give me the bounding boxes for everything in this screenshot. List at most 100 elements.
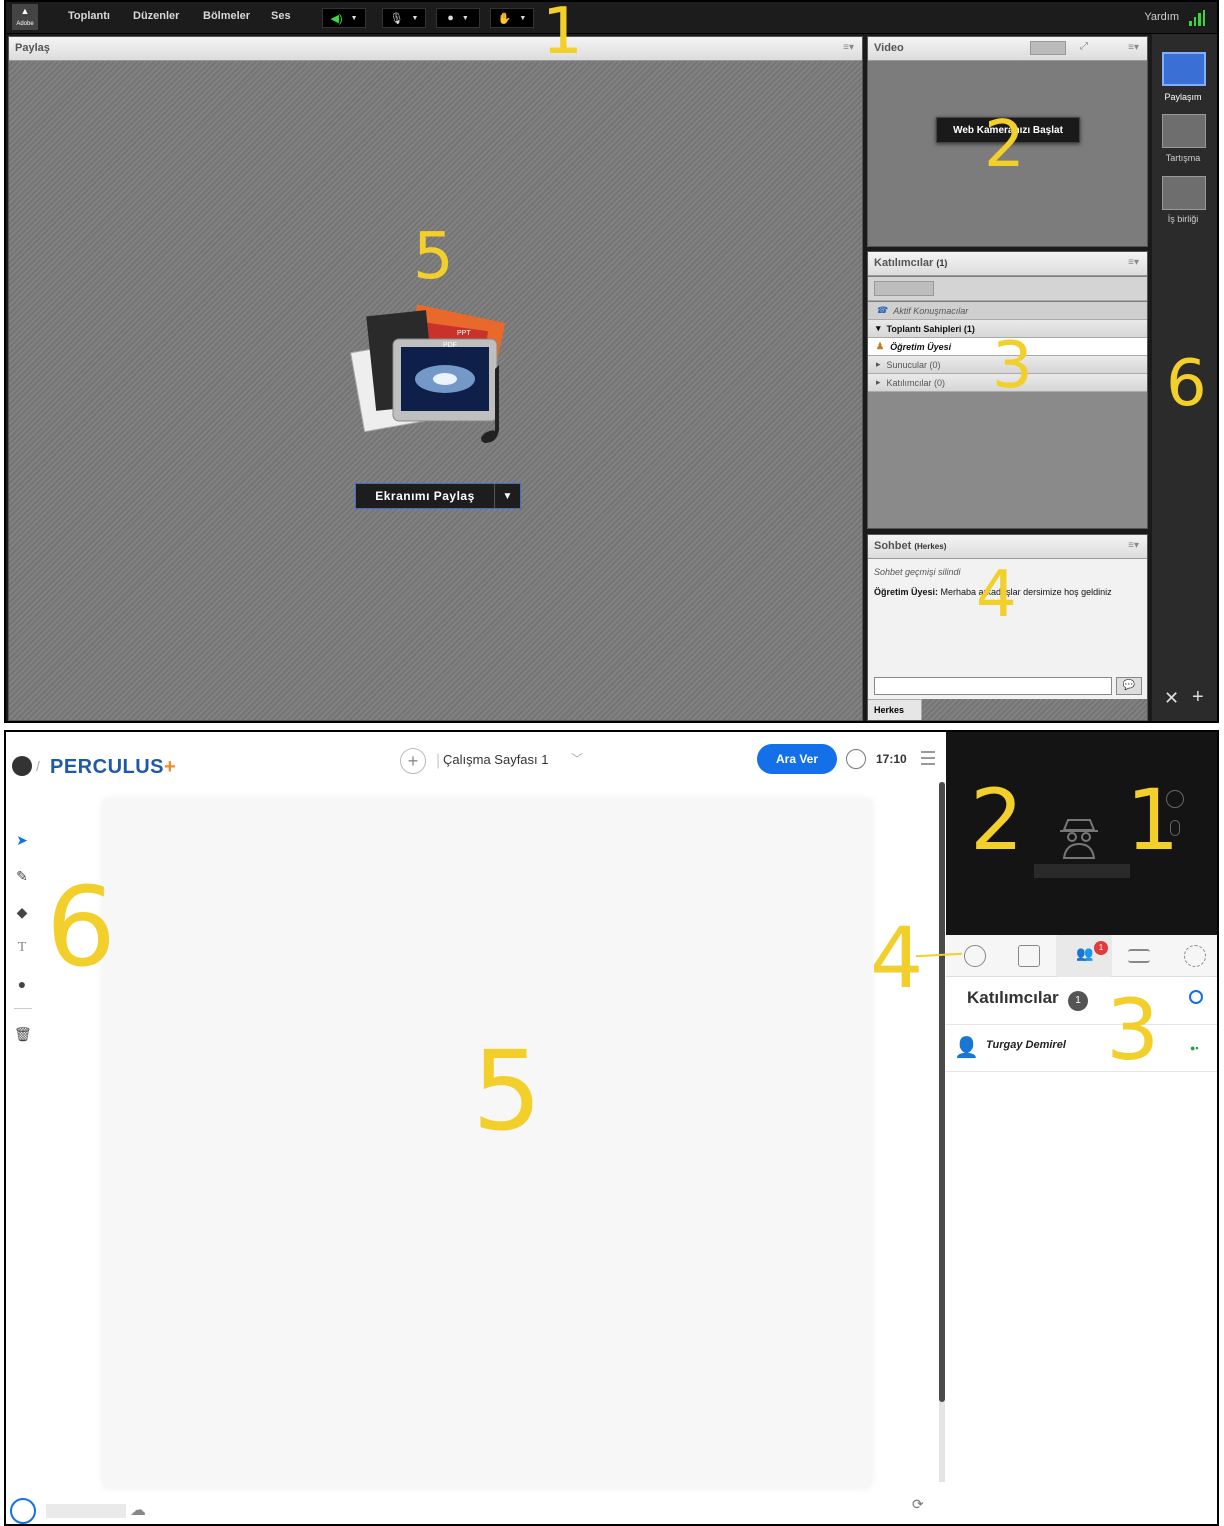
host-icon: ♟: [876, 341, 885, 351]
share-pod: Paylaş ≡▾ PPT PDF Ekranımı Paylaş ▼ 5: [8, 36, 863, 721]
pod-menu-icon[interactable]: ≡▾: [1128, 257, 1139, 268]
share-pod-header: Paylaş ≡▾: [9, 37, 862, 61]
adobe-connect-window: ▲ Adobe Toplantı Düzenler Bölmeler Ses ◀)…: [4, 0, 1219, 723]
user-icon: 👤: [954, 1037, 979, 1059]
share-pod-title: Paylaş: [15, 42, 50, 54]
view-toggle-icon[interactable]: [1030, 41, 1066, 55]
chat-input[interactable]: [874, 677, 1112, 695]
chevron-down-icon[interactable]: ▼: [494, 484, 520, 508]
pointer-icon[interactable]: ➤: [14, 832, 30, 848]
break-button[interactable]: Ara Ver: [757, 744, 837, 774]
add-layout-icon[interactable]: +: [1192, 686, 1204, 709]
chat-icon[interactable]: [964, 945, 986, 967]
perculus-window: / PERCULUS+ + | Çalışma Sayfası 1 ﹀ Ara …: [4, 730, 1219, 1526]
raise-hand-control[interactable]: ✋ ▼: [490, 8, 534, 28]
fullscreen-icon[interactable]: ⤢: [1080, 41, 1088, 52]
menu-duzenler[interactable]: Düzenler: [133, 10, 179, 22]
color-icon[interactable]: ●: [14, 976, 30, 992]
group-presenters-label: Sunucular (0): [886, 359, 941, 370]
avatar[interactable]: [10, 1498, 36, 1524]
video-pod: Video ⤢ ≡▾ Web Kameranızı Başlat 2: [867, 36, 1148, 247]
host-name: Öğretim Üyesi: [890, 341, 952, 352]
video-pod-title: Video: [874, 42, 904, 54]
participants-icon[interactable]: 👥: [1074, 945, 1096, 967]
chat-tab-strip: [922, 699, 1147, 720]
chat-pod: Sohbet (Herkes) ≡▾ Sohbet geçmişi silind…: [867, 534, 1148, 721]
send-button[interactable]: 💬: [1116, 677, 1142, 695]
active-speakers-label: Aktif Konuşmacılar: [893, 305, 969, 316]
session-time: 17:10: [876, 752, 907, 766]
delete-icon[interactable]: 🗑: [14, 1026, 32, 1042]
text-icon[interactable]: T: [14, 940, 30, 956]
eraser-icon[interactable]: ◆: [14, 904, 30, 920]
search-icon[interactable]: [1189, 990, 1203, 1004]
attendees-count: (1): [936, 258, 948, 268]
upload-icon[interactable]: ☁: [130, 1500, 146, 1520]
webcam-control[interactable]: ● ▼: [436, 8, 480, 28]
chat-sender: Öğretim Üyesi:: [874, 587, 939, 597]
scrollbar[interactable]: [939, 782, 945, 1482]
list-item[interactable]: ♟ Öğretim Üyesi: [868, 338, 1147, 356]
menu-icon[interactable]: [921, 747, 935, 769]
anonymous-user-icon: [1060, 819, 1098, 859]
group-participants[interactable]: ▸ Katılımcılar (0): [868, 374, 1147, 392]
share-icon[interactable]: ⟳: [912, 1496, 924, 1513]
chat-title: Sohbet: [874, 540, 912, 552]
chevron-right-icon: ▸: [876, 359, 881, 369]
list-icon[interactable]: [1128, 949, 1150, 963]
adobe-menu-bar: ▲ Adobe Toplantı Düzenler Bölmeler Ses ◀)…: [6, 2, 1217, 34]
chat-text: Merhaba arkadaşlar dersimize hoş geldini…: [938, 587, 1112, 597]
layout-paylasim-label: Paylaşım: [1164, 92, 1202, 102]
group-hosts[interactable]: ▾ Toplantı Sahipleri (1): [868, 320, 1147, 338]
layout-tartisma-button[interactable]: [1162, 114, 1206, 148]
chat-scope: (Herkes): [914, 542, 947, 551]
chat-recipient-tab[interactable]: Herkes: [868, 699, 922, 720]
perculus-logo-icon: [12, 756, 32, 776]
pod-menu-icon[interactable]: ≡▾: [1128, 42, 1139, 53]
whiteboard-canvas[interactable]: [102, 798, 872, 1488]
chevron-down-icon[interactable]: ﹀: [571, 750, 583, 767]
attendees-toolbar: [868, 277, 1147, 301]
layout-paylasim-button[interactable]: [1162, 52, 1206, 86]
settings-icon[interactable]: ✕: [1164, 688, 1179, 709]
add-page-button[interactable]: +: [400, 748, 426, 774]
share-screen-button[interactable]: Ekranımı Paylaş ▼: [355, 483, 521, 509]
attendees-title: Katılımcılar: [874, 257, 934, 269]
attendees-pod-header: Katılımcılar (1) ≡▾: [868, 252, 1147, 276]
gear-icon[interactable]: [1184, 945, 1206, 967]
group-presenters[interactable]: ▸ Sunucular (0): [868, 356, 1147, 374]
webcam-icon[interactable]: [1166, 790, 1184, 808]
menu-ses[interactable]: Ses: [271, 10, 291, 22]
folder-icon[interactable]: [1018, 945, 1040, 967]
help-menu[interactable]: Yardım: [1144, 11, 1179, 23]
group-hosts-label: Toplantı Sahipleri (1): [886, 323, 975, 334]
menu-bolmeler[interactable]: Bölmeler: [203, 10, 250, 22]
callout-6: 6: [1166, 347, 1207, 421]
pod-menu-icon[interactable]: ≡▾: [1128, 540, 1139, 551]
brand-name: PERCULUS: [50, 756, 165, 778]
tool-divider: [14, 1008, 32, 1009]
chat-pod-header: Sohbet (Herkes) ≡▾: [868, 535, 1147, 559]
layout-isbirligi-button[interactable]: [1162, 176, 1206, 210]
active-speakers-row: ☎ Aktif Konuşmacılar: [868, 302, 1147, 320]
microphone-icon[interactable]: [1170, 820, 1180, 836]
start-webcam-button[interactable]: Web Kameranızı Başlat: [936, 117, 1080, 143]
status-icon: ●▪: [1190, 1043, 1199, 1053]
microphone-control[interactable]: 🎙 ▼: [382, 8, 426, 28]
speaker-control[interactable]: ◀) ▼: [322, 8, 366, 28]
pod-menu-icon[interactable]: ≡▾: [843, 42, 854, 53]
chat-pod-title: Sohbet (Herkes): [874, 540, 946, 552]
pencil-icon[interactable]: ✎: [14, 868, 30, 884]
webcam-icon: ●: [447, 12, 454, 24]
phone-icon: ☎: [876, 305, 888, 315]
chevron-right-icon: ▸: [876, 377, 881, 387]
pdf-label: PDF: [443, 342, 457, 349]
chat-message: Öğretim Üyesi: Merhaba arkadaşlar dersim…: [874, 587, 1112, 597]
camera-user-name: [1034, 864, 1130, 878]
view-options-icon[interactable]: [874, 281, 934, 296]
list-item[interactable]: 👤 Turgay Demirel ●▪: [946, 1024, 1217, 1072]
menu-toplanti[interactable]: Toplantı: [68, 10, 110, 22]
attendees-pod-title: Katılımcılar (1): [874, 257, 947, 269]
page-selector[interactable]: Çalışma Sayfası 1: [443, 752, 549, 767]
participant-name: Turgay Demirel: [986, 1039, 1066, 1051]
